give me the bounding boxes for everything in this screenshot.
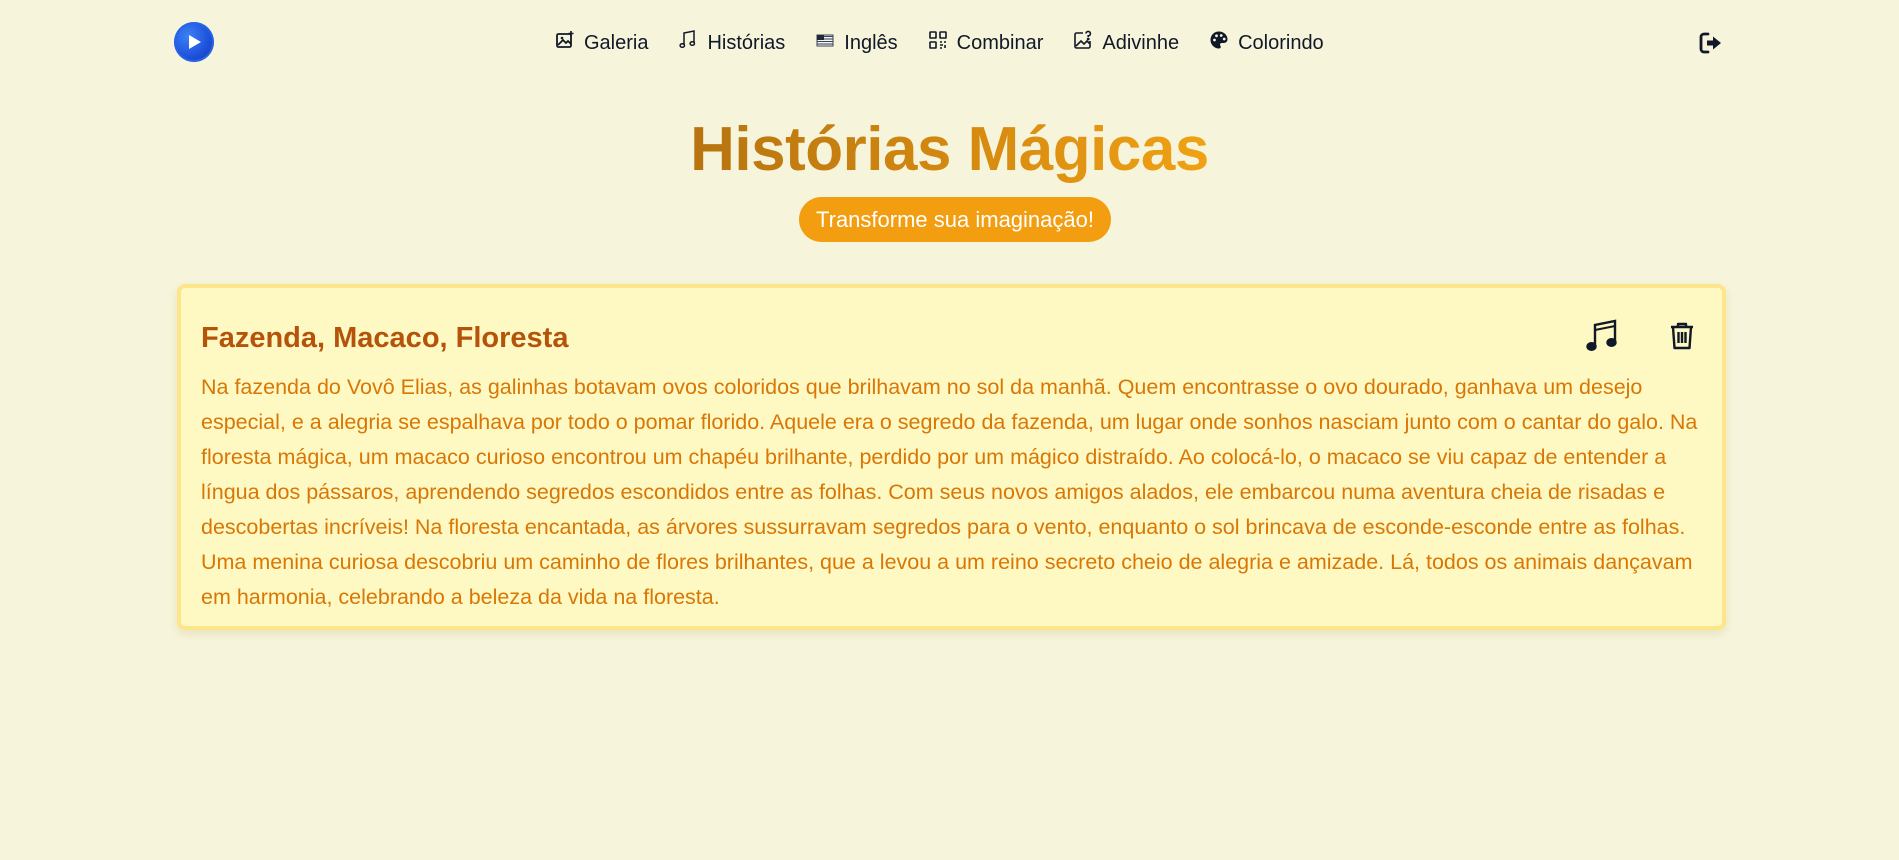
music-notes-icon xyxy=(1584,318,1620,359)
story-title: Fazenda, Macaco, Floresta xyxy=(201,322,569,354)
nav-item-label: Galeria xyxy=(584,31,649,54)
page-title: Histórias Mágicas xyxy=(690,115,1209,184)
nav-item-adivinhe[interactable]: Adivinhe xyxy=(1073,30,1179,56)
image-question-icon xyxy=(1073,30,1093,56)
qrcode-icon xyxy=(928,30,948,56)
nav-item-ingles[interactable]: Inglês xyxy=(815,30,898,56)
image-sparkle-icon xyxy=(555,30,575,56)
play-music-button[interactable] xyxy=(1582,318,1622,358)
nav-item-historias[interactable]: Histórias xyxy=(678,30,785,56)
tagline-badge: Transforme sua imaginação! xyxy=(799,197,1111,242)
nav-links: Galeria Histórias Inglês Combinar Adivin… xyxy=(555,26,1354,60)
nav-item-label: Histórias xyxy=(707,31,786,54)
nav-item-label: Inglês xyxy=(844,31,898,54)
sign-out-icon[interactable] xyxy=(1698,30,1724,56)
nav-item-label: Adivinhe xyxy=(1102,31,1180,54)
story-actions xyxy=(1582,318,1702,358)
nav-item-galeria[interactable]: Galeria xyxy=(555,30,648,56)
story-card: Fazenda, Macaco, Floresta Na fazenda do … xyxy=(177,284,1726,630)
delete-story-button[interactable] xyxy=(1662,318,1702,358)
nav-item-label: Combinar xyxy=(956,31,1044,54)
nav-item-combinar[interactable]: Combinar xyxy=(928,30,1044,56)
nav-item-colorindo[interactable]: Colorindo xyxy=(1209,30,1324,56)
music-notes-icon xyxy=(678,30,698,56)
us-flag-icon xyxy=(815,30,835,56)
top-navbar: Galeria Histórias Inglês Combinar Adivin… xyxy=(0,0,1899,86)
palette-icon xyxy=(1209,30,1229,56)
play-logo-icon[interactable] xyxy=(174,22,214,62)
trash-icon xyxy=(1668,321,1696,356)
nav-item-label: Colorindo xyxy=(1238,31,1324,54)
story-text: Na fazenda do Vovô Elias, as galinhas bo… xyxy=(201,375,1698,609)
